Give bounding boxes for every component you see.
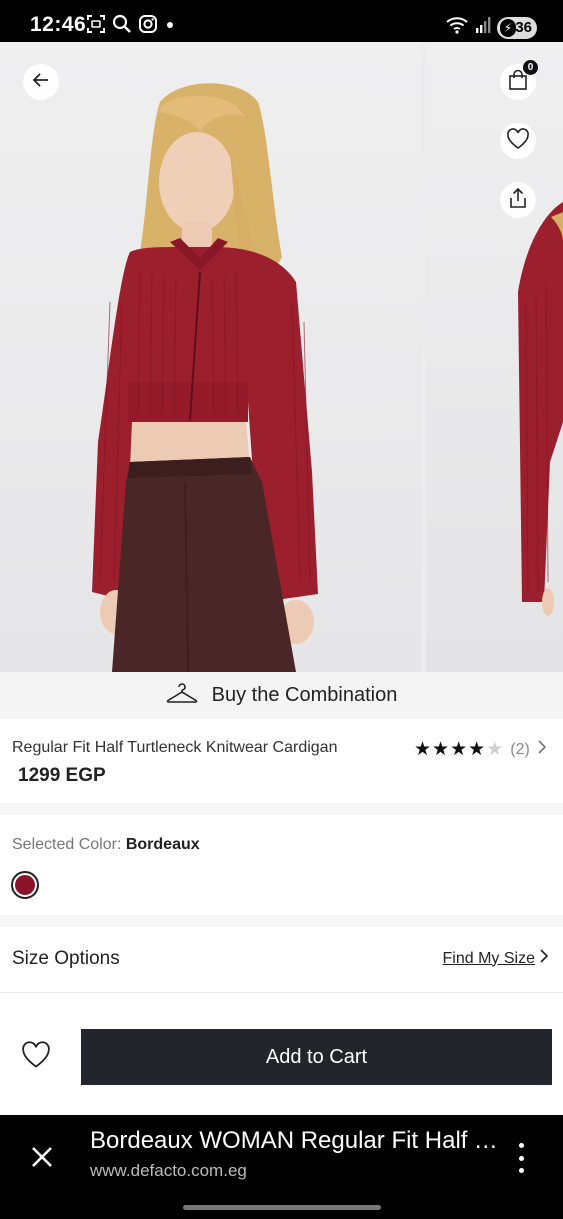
add-to-cart-bar: Add to Cart (0, 992, 563, 1115)
browser-url: www.defacto.com.eg (90, 1161, 247, 1180)
arrow-left-icon (31, 70, 51, 95)
buy-combination-button[interactable]: Buy the Combination (0, 672, 563, 719)
selected-color-caption: Selected Color: (12, 836, 122, 853)
rating-summary[interactable]: ★ ★ ★ ★ ★ (2) (414, 739, 547, 760)
search-icon (112, 14, 132, 34)
add-to-cart-button[interactable]: Add to Cart (81, 1029, 552, 1085)
hanger-icon (166, 682, 198, 709)
product-price: 1299 EGP (18, 765, 106, 786)
product-photo-second[interactable] (426, 42, 563, 672)
section-divider (0, 915, 563, 927)
screenshot-icon (86, 14, 106, 34)
chevron-right-icon (537, 739, 547, 760)
more-options-icon[interactable] (506, 1141, 536, 1175)
battery-charging-icon: ⚡ 36 (497, 16, 537, 39)
dot-icon (164, 14, 176, 34)
product-title: Regular Fit Half Turtleneck Knitwear Car… (12, 739, 338, 756)
lightning-icon: ⚡ (500, 18, 516, 37)
share-icon (508, 187, 528, 214)
product-gallery[interactable]: 0 (0, 42, 563, 672)
rating-count: (2) (510, 740, 530, 758)
status-icons-right: ⚡ 36 (445, 15, 537, 40)
home-indicator[interactable] (183, 1205, 381, 1210)
product-photo-main[interactable] (0, 42, 421, 672)
cart-count-badge: 0 (523, 60, 538, 75)
heart-icon (20, 1040, 52, 1074)
back-button[interactable] (23, 64, 59, 100)
size-options-title: Size Options (12, 948, 120, 969)
star-filled-icon: ★ (468, 739, 486, 760)
star-filled-icon: ★ (432, 739, 450, 760)
selected-color-value: Bordeaux (125, 836, 200, 853)
wifi-icon (445, 15, 469, 40)
instagram-icon (138, 14, 158, 34)
find-my-size-label: Find My Size (442, 949, 535, 967)
star-filled-icon: ★ (414, 739, 432, 760)
section-divider (0, 803, 563, 815)
signal-icon (475, 15, 491, 40)
battery-level: 36 (515, 19, 532, 36)
browser-bar: Bordeaux WOMAN Regular Fit Half Turtlene… (0, 1115, 563, 1219)
find-my-size-link[interactable]: Find My Size (443, 948, 549, 969)
status-icons-left (86, 14, 176, 34)
product-info: Regular Fit Half Turtleneck Knitwear Car… (0, 719, 563, 803)
share-button[interactable] (500, 182, 536, 218)
bottom-favorite-button[interactable] (18, 1039, 54, 1075)
star-filled-icon: ★ (450, 739, 468, 760)
favorite-button[interactable] (500, 123, 536, 159)
close-icon (30, 1145, 54, 1174)
size-section: Size Options Find My Size (0, 927, 563, 992)
combination-label: Buy the Combination (211, 684, 398, 706)
color-section: Selected Color: Bordeaux (0, 815, 563, 915)
star-empty-icon: ★ (486, 739, 504, 760)
status-bar: 12:46 ⚡ 36 (0, 0, 563, 42)
color-swatch-bordeaux[interactable] (11, 871, 39, 899)
status-time: 12:46 (30, 13, 87, 36)
chevron-right-icon (539, 948, 549, 969)
selected-color-label: Selected Color: Bordeaux (12, 836, 200, 854)
swatch-fill (15, 875, 35, 895)
heart-icon (506, 127, 530, 155)
close-tab-button[interactable] (22, 1139, 62, 1179)
browser-page-title: Bordeaux WOMAN Regular Fit Half Turtlene… (90, 1127, 500, 1154)
cart-button[interactable]: 0 (500, 60, 538, 100)
